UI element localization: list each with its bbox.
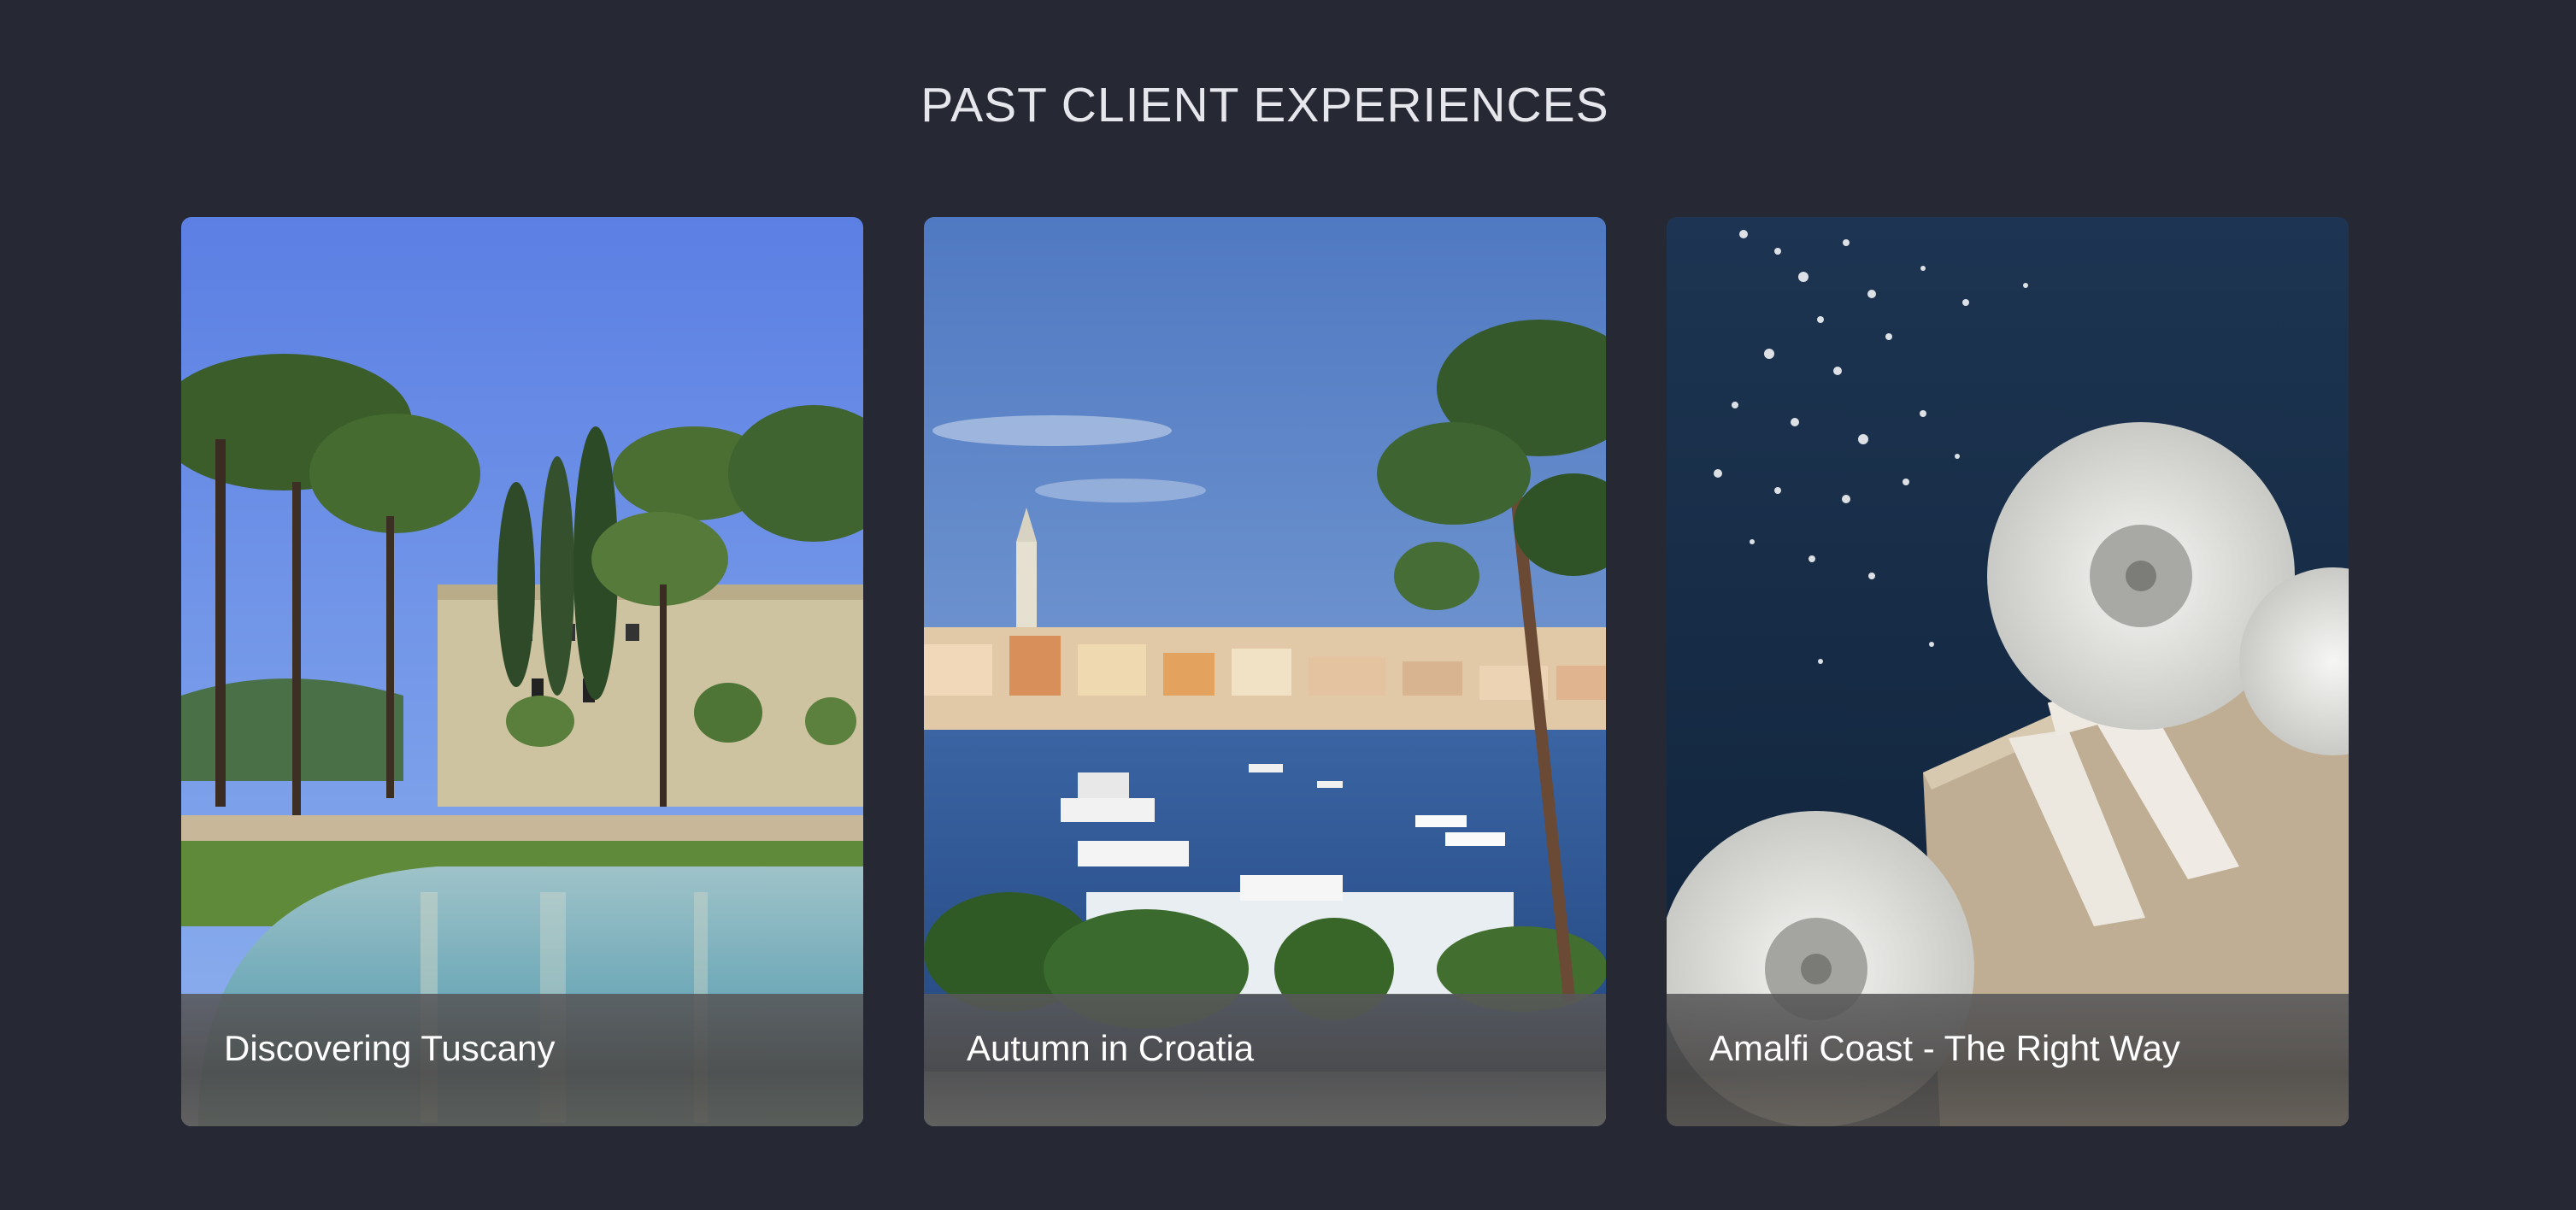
experience-card-croatia[interactable]: Autumn in Croatia [924,217,1606,1126]
card-caption: Amalfi Coast - The Right Way [1667,994,2349,1126]
tuscany-photo [181,217,863,1126]
amalfi-photo [1667,217,2349,1126]
card-caption: Discovering Tuscany [181,994,863,1126]
experience-card-amalfi[interactable]: Amalfi Coast - The Right Way [1667,217,2349,1126]
card-caption: Autumn in Croatia [924,994,1606,1126]
card-title: Amalfi Coast - The Right Way [1709,1028,2180,1068]
croatia-photo [924,217,1606,1126]
card-title: Autumn in Croatia [967,1028,1255,1068]
section-title: PAST CLIENT EXPERIENCES [920,78,1609,132]
card-title: Discovering Tuscany [224,1028,556,1068]
experience-card-tuscany[interactable]: Discovering Tuscany [181,217,863,1126]
